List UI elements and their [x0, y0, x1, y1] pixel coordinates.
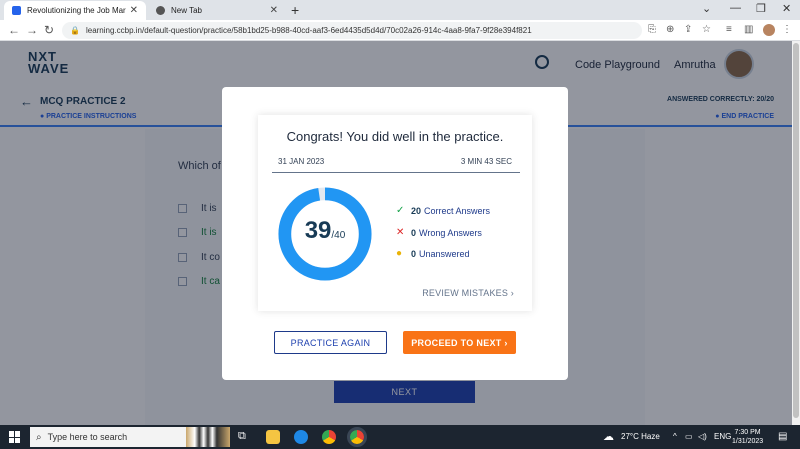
language-indicator[interactable]: ENG — [714, 432, 731, 441]
browser-tab-bar: Revolutionizing the Job Market | ✕ New T… — [0, 0, 800, 20]
chrome-favicon-icon — [156, 6, 165, 15]
divider — [272, 172, 520, 173]
volume-icon[interactable]: ◁) — [698, 432, 707, 441]
new-tab-icon[interactable]: + — [291, 2, 299, 18]
clock-date: 1/31/2023 — [732, 438, 764, 445]
site-favicon-icon — [12, 6, 21, 15]
reload-icon[interactable]: ↻ — [44, 23, 54, 37]
dot-icon: ● — [396, 248, 403, 259]
edge-icon[interactable] — [294, 430, 308, 444]
cross-icon: ✕ — [396, 227, 405, 238]
practice-date: 31 JAN 2023 — [278, 157, 325, 166]
tab-search-chevron-icon[interactable]: ⌄ — [702, 2, 711, 15]
browser-tab-new[interactable]: New Tab ✕ — [148, 1, 286, 20]
chrome-icon[interactable] — [322, 430, 336, 444]
side-panel-icon[interactable]: ▥ — [744, 24, 753, 35]
score-value: 39 — [304, 217, 332, 244]
chrome-active-icon[interactable] — [347, 427, 367, 447]
weather-icon[interactable]: ☁ — [603, 430, 614, 443]
results-modal: Congrats! You did well in the practice. … — [222, 87, 568, 380]
notifications-icon[interactable]: ▤ — [778, 431, 787, 442]
proceed-to-next-button[interactable]: PROCEED TO NEXT › — [403, 331, 516, 354]
search-icon: ⌕ — [36, 431, 42, 443]
review-mistakes-link[interactable]: REVIEW MISTAKES › — [422, 288, 514, 298]
results-card: Congrats! You did well in the practice. … — [258, 115, 532, 311]
search-placeholder: Type here to search — [47, 432, 128, 442]
stat-unanswered: ● 0 Unanswered — [396, 248, 470, 259]
practice-again-button[interactable]: PRACTICE AGAIN — [274, 331, 387, 354]
forward-icon[interactable]: → — [26, 23, 38, 37]
file-explorer-icon[interactable] — [266, 430, 280, 444]
stat-correct: ✓ 20 Correct Answers — [396, 205, 490, 216]
score-display: 39/40 — [276, 217, 374, 245]
share-icon[interactable]: ⇪ — [684, 24, 692, 35]
search-highlight-image — [186, 427, 230, 447]
url-text: learning.ccbp.in/default-question/practi… — [85, 26, 532, 35]
task-view-icon[interactable]: ⧉ — [238, 430, 252, 444]
weather-text[interactable]: 27°C Haze — [621, 432, 660, 441]
scrollbar-thumb[interactable] — [793, 43, 799, 418]
browser-profile-avatar[interactable] — [763, 24, 775, 36]
tab-title: New Tab — [171, 6, 202, 15]
bookmark-star-icon[interactable]: ☆ — [702, 24, 711, 35]
reading-list-icon[interactable]: ≡ — [726, 24, 732, 35]
taskbar-search-input[interactable]: ⌕ Type here to search — [30, 427, 230, 447]
install-app-icon[interactable]: ⎘ — [648, 24, 656, 35]
stat-count: 20 — [411, 205, 422, 216]
battery-icon[interactable]: ▭ — [685, 432, 693, 441]
proceed-label: PROCEED TO NEXT — [411, 337, 502, 348]
taskbar-clock[interactable]: 7:30 PM 1/31/2023 — [732, 428, 763, 446]
stat-label: Correct Answers — [424, 205, 491, 216]
stat-wrong: ✕ 0 Wrong Answers — [396, 227, 482, 238]
stat-label: Wrong Answers — [419, 227, 482, 238]
page-scrollbar[interactable] — [792, 41, 800, 425]
stat-count: 0 — [411, 248, 417, 259]
stat-count: 0 — [411, 227, 417, 238]
minimize-icon[interactable]: — — [730, 2, 741, 14]
close-window-icon[interactable]: ✕ — [782, 2, 791, 15]
back-icon[interactable]: ← — [8, 23, 20, 37]
menu-kebab-icon[interactable]: ⋮ — [782, 24, 792, 35]
restore-icon[interactable]: ❐ — [756, 2, 766, 15]
practice-duration: 3 MIN 43 SEC — [460, 157, 512, 166]
score-total: /40 — [331, 230, 346, 241]
browser-tab-active[interactable]: Revolutionizing the Job Market | ✕ — [4, 1, 146, 20]
close-tab-icon[interactable]: ✕ — [130, 5, 138, 16]
clock-time: 7:30 PM — [734, 429, 761, 436]
tray-chevron-icon[interactable]: ^ — [673, 432, 677, 441]
tab-title: Revolutionizing the Job Market | — [27, 6, 126, 15]
zoom-icon[interactable]: ⊕ — [666, 24, 674, 35]
address-toolbar: ← → ↻ 🔒 learning.ccbp.in/default-questio… — [0, 20, 800, 41]
stat-label: Unanswered — [419, 248, 470, 259]
chevron-right-icon: › — [510, 288, 514, 298]
review-label: REVIEW MISTAKES — [422, 288, 509, 298]
chevron-right-icon: › — [504, 337, 508, 348]
check-icon: ✓ — [396, 205, 405, 216]
close-tab-icon[interactable]: ✕ — [270, 5, 278, 16]
url-bar[interactable]: 🔒 learning.ccbp.in/default-question/prac… — [62, 22, 642, 39]
windows-taskbar: ⌕ Type here to search ⧉ ☁ 27°C Haze ^ ▭ … — [0, 425, 800, 449]
page-content: NXT WAVE Code Playground Amrutha ← MCQ P… — [0, 41, 792, 425]
windows-start-icon[interactable] — [9, 431, 21, 443]
congrats-heading: Congrats! You did well in the practice. — [286, 129, 504, 144]
lock-icon: 🔒 — [70, 26, 80, 35]
